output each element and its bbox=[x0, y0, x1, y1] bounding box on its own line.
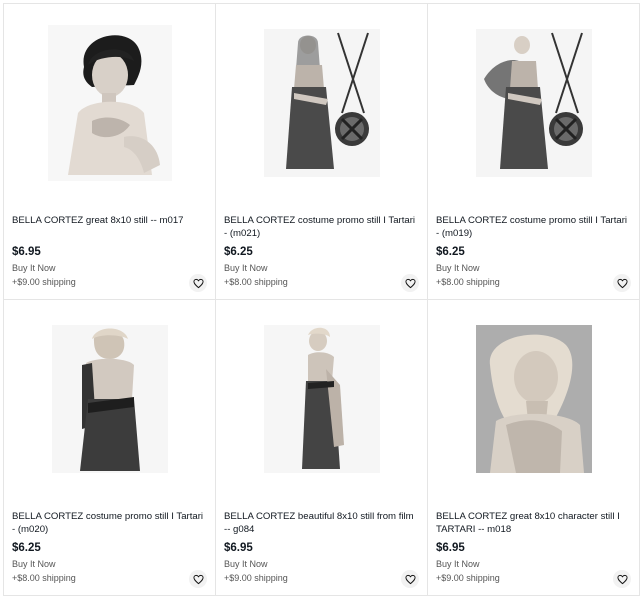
listing-format: Buy It Now bbox=[436, 559, 480, 569]
watch-button[interactable] bbox=[613, 570, 631, 588]
listing-price: $6.95 bbox=[436, 542, 465, 554]
listing-shipping: +$8.00 shipping bbox=[436, 277, 500, 287]
listing-thumbnail[interactable] bbox=[4, 300, 215, 498]
listing-card[interactable]: BELLA CORTEZ great 8x10 still -- m017 $6… bbox=[4, 4, 216, 300]
costume-standing-photo bbox=[51, 325, 168, 473]
heart-icon bbox=[404, 278, 416, 288]
costume-with-shield-photo bbox=[263, 29, 380, 177]
listing-shipping: +$9.00 shipping bbox=[436, 573, 500, 583]
listing-thumbnail[interactable] bbox=[4, 4, 215, 202]
listing-shipping: +$9.00 shipping bbox=[224, 573, 288, 583]
listing-price: $6.25 bbox=[436, 246, 465, 258]
heart-icon bbox=[192, 278, 204, 288]
listing-format: Buy It Now bbox=[436, 263, 480, 273]
listing-thumbnail[interactable] bbox=[216, 4, 427, 202]
listing-card[interactable]: BELLA CORTEZ beautiful 8x10 still from f… bbox=[216, 300, 428, 596]
listing-thumbnail[interactable] bbox=[428, 300, 639, 498]
listing-title[interactable]: BELLA CORTEZ costume promo still I Tarta… bbox=[224, 214, 419, 240]
heart-icon bbox=[616, 278, 628, 288]
watch-button[interactable] bbox=[189, 570, 207, 588]
listing-format: Buy It Now bbox=[224, 263, 268, 273]
listing-card[interactable]: BELLA CORTEZ costume promo still I Tarta… bbox=[4, 300, 216, 596]
portrait-seated-photo bbox=[47, 25, 172, 181]
watch-button[interactable] bbox=[401, 570, 419, 588]
costume-cape-shield-photo bbox=[475, 29, 592, 177]
listing-title[interactable]: BELLA CORTEZ costume promo still I Tarta… bbox=[12, 510, 207, 536]
listing-shipping: +$8.00 shipping bbox=[224, 277, 288, 287]
listing-shipping: +$8.00 shipping bbox=[12, 573, 76, 583]
portrait-closeup-photo bbox=[475, 325, 592, 473]
listing-title[interactable]: BELLA CORTEZ great 8x10 character still … bbox=[436, 510, 631, 536]
watch-button[interactable] bbox=[189, 274, 207, 292]
heart-icon bbox=[616, 574, 628, 584]
listing-price: $6.25 bbox=[12, 542, 41, 554]
listing-price: $6.95 bbox=[12, 246, 41, 258]
listing-card[interactable]: BELLA CORTEZ great 8x10 character still … bbox=[428, 300, 640, 596]
watch-button[interactable] bbox=[613, 274, 631, 292]
watch-button[interactable] bbox=[401, 274, 419, 292]
listing-thumbnail[interactable] bbox=[428, 4, 639, 202]
listing-title[interactable]: BELLA CORTEZ costume promo still I Tarta… bbox=[436, 214, 631, 240]
listing-grid: BELLA CORTEZ great 8x10 still -- m017 $6… bbox=[3, 3, 640, 596]
listing-format: Buy It Now bbox=[224, 559, 268, 569]
listing-shipping: +$9.00 shipping bbox=[12, 277, 76, 287]
listing-price: $6.95 bbox=[224, 542, 253, 554]
listing-format: Buy It Now bbox=[12, 559, 56, 569]
gown-standing-photo bbox=[263, 325, 380, 473]
listing-format: Buy It Now bbox=[12, 263, 56, 273]
heart-icon bbox=[192, 574, 204, 584]
listing-card[interactable]: BELLA CORTEZ costume promo still I Tarta… bbox=[216, 4, 428, 300]
heart-icon bbox=[404, 574, 416, 584]
listing-thumbnail[interactable] bbox=[216, 300, 427, 498]
listing-title[interactable]: BELLA CORTEZ beautiful 8x10 still from f… bbox=[224, 510, 419, 536]
listing-price: $6.25 bbox=[224, 246, 253, 258]
listing-title[interactable]: BELLA CORTEZ great 8x10 still -- m017 bbox=[12, 214, 207, 227]
listing-card[interactable]: BELLA CORTEZ costume promo still I Tarta… bbox=[428, 4, 640, 300]
